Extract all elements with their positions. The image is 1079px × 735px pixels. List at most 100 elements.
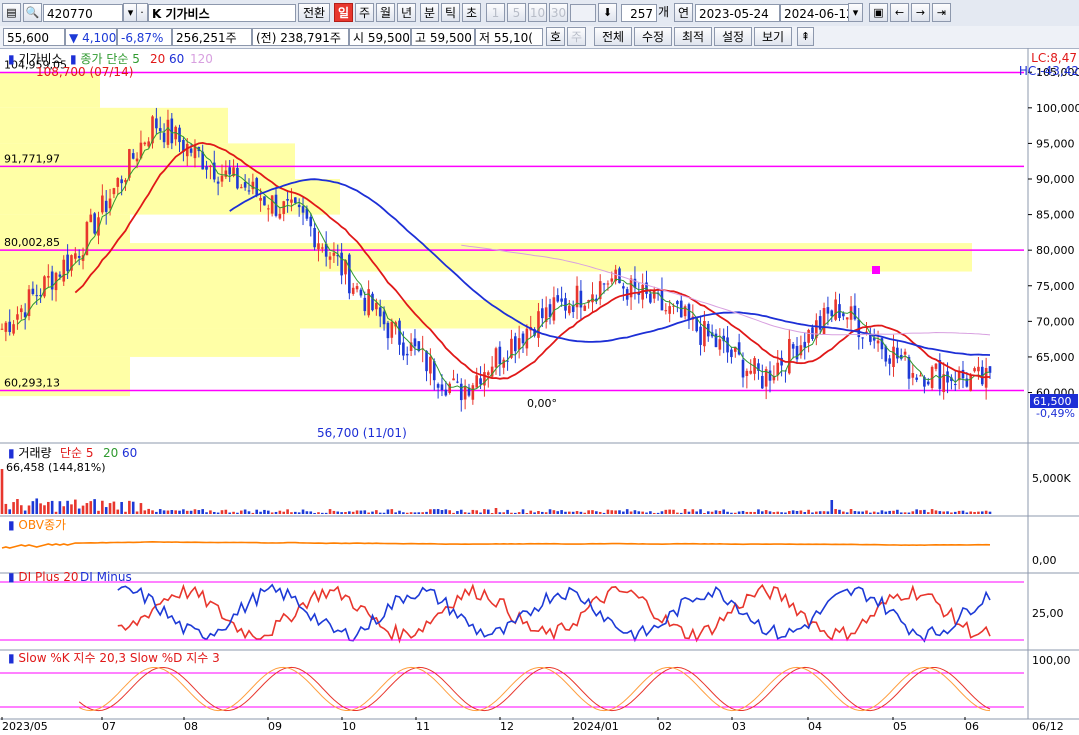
count-input[interactable]: 257: [621, 4, 657, 22]
volume-bar: [633, 510, 637, 514]
view-button[interactable]: 보기: [754, 27, 792, 46]
candle-body: [942, 374, 945, 393]
volume-bar: [830, 500, 834, 514]
volume-bar: [552, 510, 556, 514]
volume-bar: [733, 512, 737, 514]
volume-bar: [324, 512, 328, 514]
minute-1-button[interactable]: 1: [486, 3, 505, 22]
stoch-legend: ▮ Slow %K 지수 20,3 Slow %D 지수 3: [8, 651, 220, 665]
candle-body: [946, 371, 949, 383]
quote-button[interactable]: 호: [546, 27, 565, 46]
fast-forward-icon[interactable]: ⇥: [932, 3, 951, 22]
volume-bar: [703, 512, 706, 514]
volume-bar: [66, 500, 69, 514]
stock-code-input[interactable]: 420770: [43, 4, 123, 22]
volume-bar: [614, 510, 617, 514]
candle-body: [247, 190, 251, 192]
volume-bar: [525, 512, 529, 514]
obv-legend: ▮ OBV종가: [8, 518, 66, 532]
volume-bar: [429, 509, 432, 514]
convert-button[interactable]: 전환: [298, 3, 330, 22]
volume-bar: [984, 510, 988, 514]
collapse-icon[interactable]: ⇞: [797, 27, 814, 46]
ma60-legend: 60: [169, 52, 184, 66]
candle-body: [4, 322, 8, 332]
volume-bar: [452, 512, 455, 514]
period-day-button[interactable]: 일: [334, 3, 353, 22]
volume-bar: [818, 511, 822, 514]
candle-body: [768, 370, 772, 381]
volume-bar: [386, 509, 390, 514]
optimize-button[interactable]: 최적: [674, 27, 712, 46]
adjust-button[interactable]: 수정: [634, 27, 672, 46]
period-second-button[interactable]: 초: [462, 3, 481, 22]
save-icon[interactable]: ▣: [869, 3, 888, 22]
candle-body: [556, 295, 560, 302]
volume-bar: [436, 509, 440, 514]
candle-body: [317, 243, 320, 250]
search-icon[interactable]: 🔍: [23, 3, 42, 22]
volume-bar: [270, 512, 274, 514]
candle-body: [749, 370, 753, 374]
period-year-button[interactable]: 년: [397, 3, 416, 22]
volume-bar: [683, 509, 687, 514]
volume-bar: [730, 512, 733, 514]
candle-body: [953, 384, 957, 386]
change-sign: ▼: [69, 31, 79, 45]
volume-legend-ma: 단순 5: [60, 446, 94, 460]
volume-bar: [679, 512, 683, 514]
candle-body: [0, 328, 4, 330]
range-toggle-button[interactable]: 연: [674, 3, 693, 22]
volume-bar: [637, 511, 641, 514]
volume-bar: [911, 511, 915, 514]
volume: 256,251주: [172, 28, 252, 46]
volume-bar: [220, 510, 224, 514]
volume-bar: [378, 512, 382, 514]
start-date-input[interactable]: 2023-05-24: [695, 4, 780, 22]
period-tick-button[interactable]: 틱: [441, 3, 460, 22]
minute-5-button[interactable]: 5: [507, 3, 526, 22]
volume-bar: [660, 511, 664, 514]
stock-name-field[interactable]: K 기가비스: [148, 4, 296, 22]
candle-body: [135, 158, 139, 162]
period-minute-button[interactable]: 분: [420, 3, 439, 22]
settings-button[interactable]: 설정: [714, 27, 752, 46]
stoch-k-line: [78, 666, 991, 712]
volume-bar: [842, 511, 845, 514]
candle-body: [622, 286, 625, 289]
volume-bar: [664, 509, 668, 514]
down-arrow-icon[interactable]: ⬇: [598, 3, 617, 22]
minute-10-button[interactable]: 10: [528, 3, 547, 22]
price-legend-ma: ▮ 종가 단순 5: [70, 52, 140, 66]
volume-bar: [193, 509, 197, 514]
volume-bar: [942, 511, 945, 514]
minute-30-button[interactable]: 30: [549, 3, 568, 22]
candle-body: [131, 153, 135, 159]
volume-bar: [16, 499, 19, 514]
volume-bar: [216, 512, 220, 514]
volume-bar: [807, 509, 810, 514]
volume-bar: [197, 510, 201, 514]
link-icon[interactable]: ·: [136, 3, 148, 22]
candle-body: [286, 199, 289, 201]
candle-body: [266, 208, 270, 210]
volume-bar: [973, 511, 976, 514]
candle-body: [564, 298, 567, 311]
volume-bar: [618, 510, 621, 514]
grid-menu-icon[interactable]: ▤: [2, 3, 21, 22]
period-month-button[interactable]: 월: [376, 3, 395, 22]
date-dropdown-icon[interactable]: ▾: [848, 3, 863, 22]
volume-bar: [776, 511, 780, 514]
order-button[interactable]: 주: [567, 27, 586, 46]
volume-bar: [946, 511, 949, 514]
x-axis-label: 2023/05: [2, 720, 48, 733]
all-button[interactable]: 전체: [594, 27, 632, 46]
candle-body: [363, 297, 367, 312]
volume-bar: [405, 512, 409, 514]
period-week-button[interactable]: 주: [355, 3, 374, 22]
custom-interval-input[interactable]: [570, 4, 596, 22]
volume-bar: [583, 512, 587, 514]
right-arrow-icon[interactable]: →: [911, 3, 930, 22]
left-arrow-icon[interactable]: ←: [890, 3, 909, 22]
stock-chart[interactable]: 104,959,0591,771,9780,002,8560,293,13 10…: [0, 48, 1079, 735]
